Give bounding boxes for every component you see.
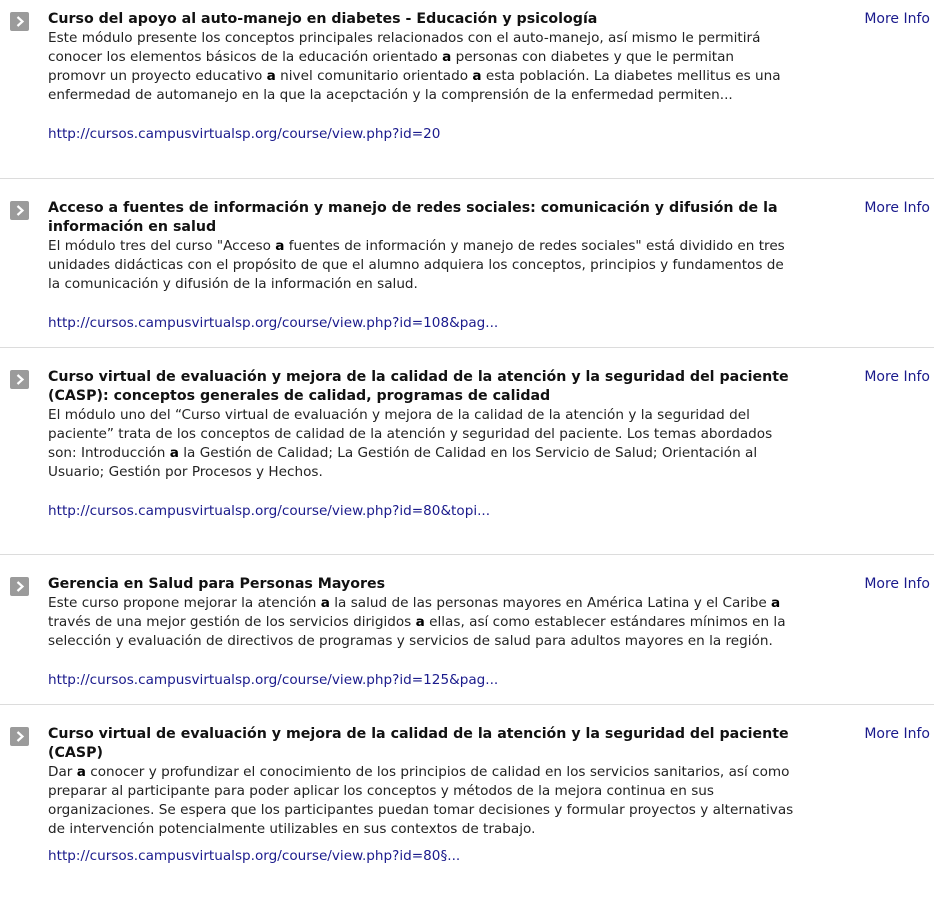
more-info-link[interactable]: More Info (864, 575, 930, 594)
result-snippet: Dar a conocer y profundizar el conocimie… (48, 764, 794, 837)
expand-arrow-icon[interactable] (10, 370, 29, 389)
more-info-link[interactable]: More Info (864, 368, 930, 387)
result-title[interactable]: Curso del apoyo al auto-manejo en diabet… (48, 10, 794, 29)
expand-arrow-icon[interactable] (10, 577, 29, 596)
result-url[interactable]: http://cursos.campusvirtualsp.org/course… (48, 847, 794, 866)
result-item: Gerencia en Salud para Personas Mayores … (0, 555, 934, 705)
result-title[interactable]: Curso virtual de evaluación y mejora de … (48, 725, 794, 763)
result-title[interactable]: Curso virtual de evaluación y mejora de … (48, 368, 794, 406)
expand-arrow-icon[interactable] (10, 12, 29, 31)
result-url[interactable]: http://cursos.campusvirtualsp.org/course… (48, 314, 794, 333)
result-item: Curso del apoyo al auto-manejo en diabet… (0, 0, 934, 179)
result-title[interactable]: Gerencia en Salud para Personas Mayores (48, 575, 794, 594)
result-url[interactable]: http://cursos.campusvirtualsp.org/course… (48, 125, 794, 144)
expand-arrow-icon[interactable] (10, 201, 29, 220)
result-url[interactable]: http://cursos.campusvirtualsp.org/course… (48, 671, 794, 690)
result-snippet: Este módulo presente los conceptos princ… (48, 30, 781, 103)
more-info-link[interactable]: More Info (864, 199, 930, 218)
result-snippet: El módulo tres del curso "Acceso a fuent… (48, 238, 785, 292)
result-title[interactable]: Acceso a fuentes de información y manejo… (48, 199, 794, 237)
search-results-list: Curso del apoyo al auto-manejo en diabet… (0, 0, 934, 901)
result-item: Curso virtual de evaluación y mejora de … (0, 348, 934, 555)
result-snippet: El módulo uno del “Curso virtual de eval… (48, 407, 773, 480)
result-item: Curso virtual de evaluación y mejora de … (0, 705, 934, 901)
more-info-link[interactable]: More Info (864, 725, 930, 744)
result-url[interactable]: http://cursos.campusvirtualsp.org/course… (48, 502, 794, 521)
result-snippet: Este curso propone mejorar la atención a… (48, 595, 786, 649)
expand-arrow-icon[interactable] (10, 727, 29, 746)
result-item: Acceso a fuentes de información y manejo… (0, 179, 934, 348)
more-info-link[interactable]: More Info (864, 10, 930, 29)
